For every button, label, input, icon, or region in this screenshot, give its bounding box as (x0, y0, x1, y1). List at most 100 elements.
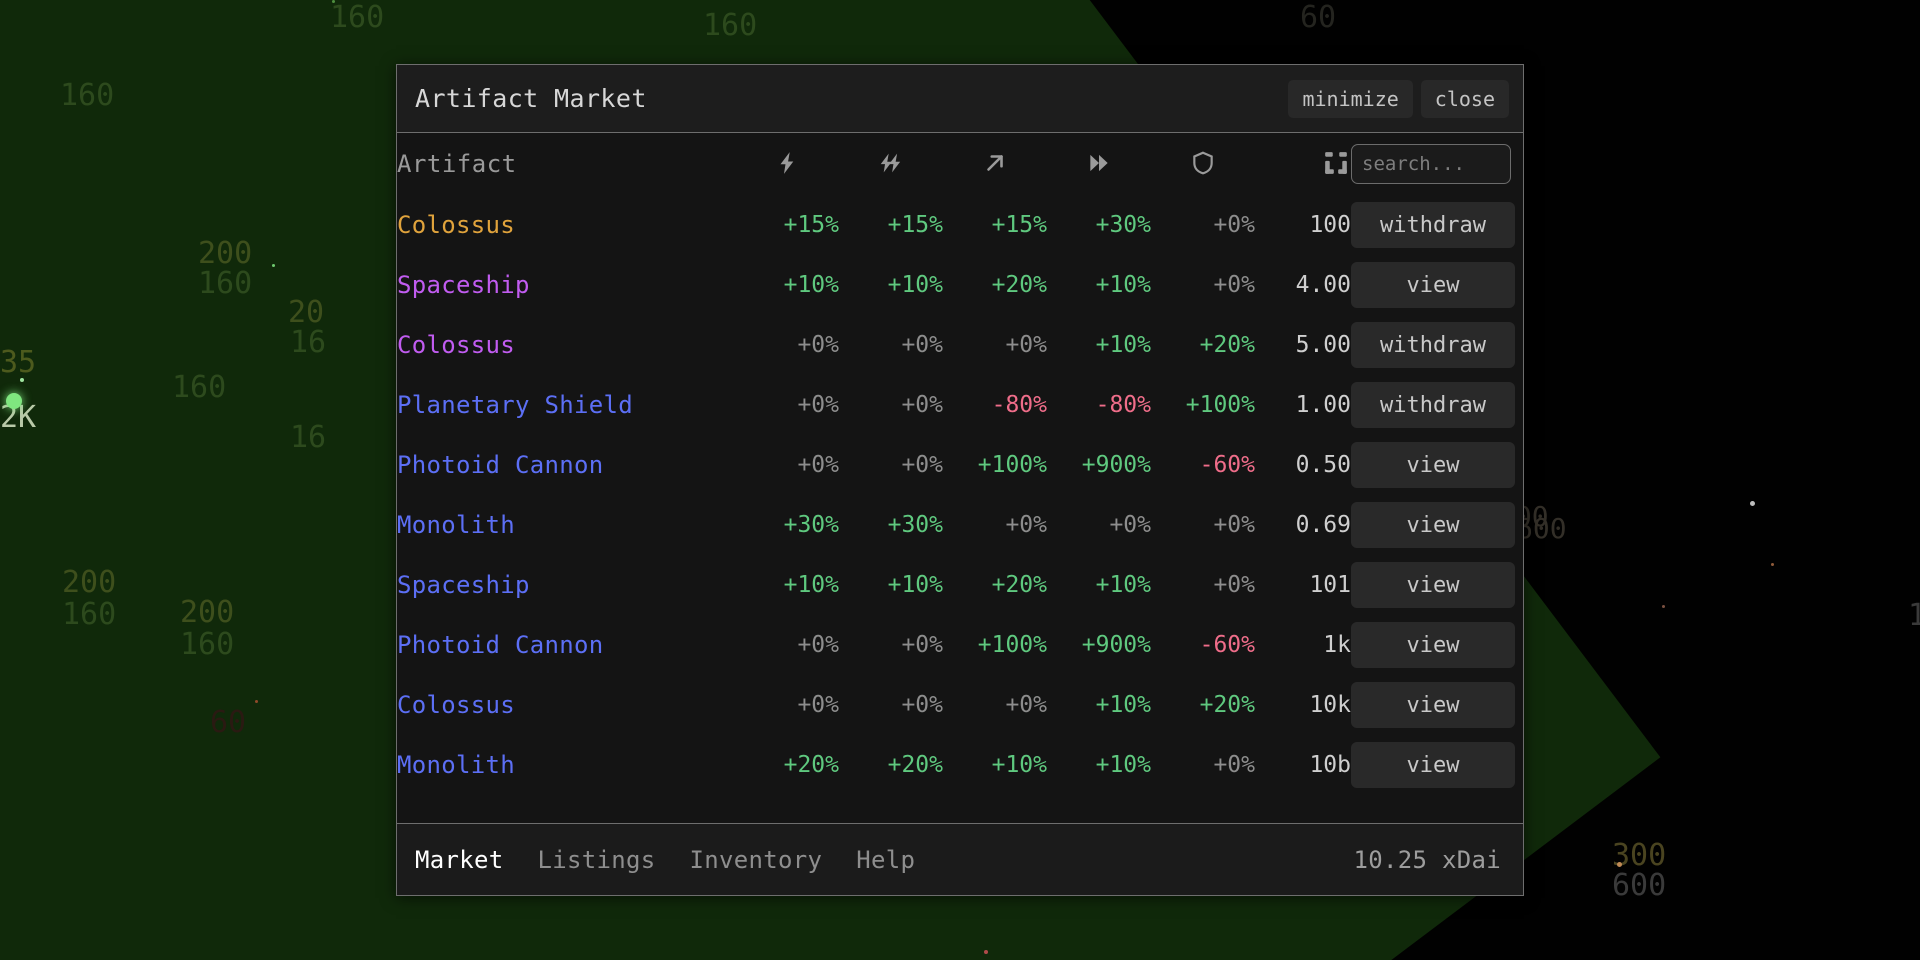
table-row[interactable]: Monolith +20% +20% +10% +10% +0% 10b view (397, 735, 1523, 795)
artifact-stat: -60% (1199, 452, 1255, 478)
artifact-stat: +15% (783, 212, 839, 238)
column-header-range[interactable] (943, 133, 1047, 195)
artifact-stat: +0% (901, 452, 943, 478)
view-button[interactable]: view (1351, 262, 1515, 308)
artifact-stat: +20% (991, 572, 1047, 598)
minimize-button[interactable]: minimize (1288, 79, 1413, 118)
table-row[interactable]: Colossus +0% +0% +0% +10% +20% 5.00 withdraw (397, 315, 1523, 375)
arrow-up-right-icon (980, 148, 1010, 178)
background-planet-dot (1750, 501, 1755, 506)
artifact-price: 0.69 (1295, 512, 1351, 538)
footer-tab-inventory[interactable]: Inventory (690, 846, 823, 874)
view-button[interactable]: view (1351, 682, 1515, 728)
view-button[interactable]: view (1351, 502, 1515, 548)
artifact-stat: +10% (783, 572, 839, 598)
artifact-stat: +15% (991, 212, 1047, 238)
shield-icon (1188, 148, 1218, 178)
double-bolt-icon (876, 148, 906, 178)
artifact-stat: +10% (991, 752, 1047, 778)
artifact-price: 4.00 (1295, 272, 1351, 298)
artifact-stat: +0% (901, 392, 943, 418)
view-button[interactable]: view (1351, 442, 1515, 488)
table-body: Colossus +15% +15% +15% +30% +0% 100 withdraw Sp… (397, 195, 1523, 795)
background-number: 60 (1300, 0, 1337, 35)
withdraw-button[interactable]: withdraw (1351, 382, 1515, 428)
background-planet-dot (20, 378, 24, 382)
artifact-stat: -60% (1199, 632, 1255, 658)
table-row[interactable]: Photoid Cannon +0% +0% +100% +900% -60% 0.50 vi… (397, 435, 1523, 495)
artifact-stat: +0% (797, 332, 839, 358)
column-header-artifact: Artifact (397, 150, 517, 178)
table-row[interactable]: Colossus +15% +15% +15% +30% +0% 100 withdraw (397, 195, 1523, 255)
footer-tab-market[interactable]: Market (415, 846, 504, 874)
artifact-stat: +0% (901, 332, 943, 358)
background-planet-dot (272, 264, 275, 267)
artifact-stat: +15% (887, 212, 943, 238)
artifact-stat: +100% (977, 452, 1047, 478)
artifact-stat: +10% (1095, 572, 1151, 598)
footer-tab-help[interactable]: Help (856, 846, 915, 874)
market-table: Artifact search... Colossus +15% +15% +1… (397, 133, 1523, 795)
column-header-speed[interactable] (1047, 133, 1151, 195)
artifact-stat: +0% (1005, 512, 1047, 538)
column-header-energy-growth[interactable] (839, 133, 943, 195)
artifact-name: Planetary Shield (397, 391, 633, 419)
column-header-defense[interactable] (1151, 133, 1255, 195)
close-button[interactable]: close (1420, 79, 1509, 118)
table-row[interactable]: Photoid Cannon +0% +0% +100% +900% -60% 1k view (397, 615, 1523, 675)
artifact-action-cell: view (1351, 735, 1523, 795)
artifact-stat: +0% (1213, 572, 1255, 598)
table-row[interactable]: Spaceship +10% +10% +20% +10% +0% 101 view (397, 555, 1523, 615)
background-number: 1 (1908, 598, 1920, 633)
artifact-action-cell: withdraw (1351, 195, 1523, 255)
artifact-action-cell: view (1351, 675, 1523, 735)
energy-cap-icon (772, 148, 802, 178)
artifact-stat: +30% (887, 512, 943, 538)
fast-forward-icon (1084, 148, 1114, 178)
background-number: 160 (198, 266, 253, 301)
artifact-stat: +10% (887, 572, 943, 598)
artifact-stat: +0% (797, 452, 839, 478)
withdraw-button[interactable]: withdraw (1351, 322, 1515, 368)
artifact-stat: +0% (1005, 692, 1047, 718)
artifact-price: 101 (1309, 572, 1351, 598)
column-header-expand[interactable] (1255, 133, 1351, 195)
artifact-action-cell: view (1351, 435, 1523, 495)
artifact-stat: +20% (991, 272, 1047, 298)
artifact-stat: +20% (1199, 692, 1255, 718)
artifact-name: Spaceship (397, 571, 530, 599)
table-row[interactable]: Spaceship +10% +10% +20% +10% +0% 4.00 view (397, 255, 1523, 315)
table-row[interactable]: Colossus +0% +0% +0% +10% +20% 10k view (397, 675, 1523, 735)
table-row[interactable]: Monolith +30% +30% +0% +0% +0% 0.69 view (397, 495, 1523, 555)
table-row[interactable]: Planetary Shield +0% +0% -80% -80% +100% 1.00 w… (397, 375, 1523, 435)
window-footer: Market Listings Inventory Help 10.25 xDai (397, 823, 1523, 895)
artifact-stat: +20% (783, 752, 839, 778)
artifact-stat: +0% (1109, 512, 1151, 538)
artifact-stat: +0% (1213, 512, 1255, 538)
view-button[interactable]: view (1351, 622, 1515, 668)
background-number: 200 (180, 595, 235, 630)
artifact-stat: +900% (1081, 452, 1151, 478)
footer-tab-listings[interactable]: Listings (538, 846, 656, 874)
artifact-name: Photoid Cannon (397, 631, 604, 659)
artifact-stat: +10% (1095, 752, 1151, 778)
column-header-energy-cap[interactable] (735, 133, 839, 195)
background-number: 160 (330, 0, 385, 35)
corners-icon (1321, 148, 1351, 178)
background-number: 160 (62, 597, 117, 632)
search-input[interactable] (1351, 144, 1511, 184)
artifact-stat: +10% (887, 272, 943, 298)
view-button[interactable]: view (1351, 562, 1515, 608)
artifact-stat: +10% (1095, 692, 1151, 718)
artifact-name: Photoid Cannon (397, 451, 604, 479)
artifact-stat: +0% (797, 632, 839, 658)
view-button[interactable]: view (1351, 742, 1515, 788)
artifact-stat: +100% (1185, 392, 1255, 418)
artifact-stat: +10% (1095, 332, 1151, 358)
withdraw-button[interactable]: withdraw (1351, 202, 1515, 248)
artifact-action-cell: withdraw (1351, 375, 1523, 435)
artifact-stat: +0% (901, 692, 943, 718)
column-header-search (1351, 133, 1523, 195)
artifact-price: 0.50 (1295, 452, 1351, 478)
artifact-price: 1.00 (1295, 392, 1351, 418)
